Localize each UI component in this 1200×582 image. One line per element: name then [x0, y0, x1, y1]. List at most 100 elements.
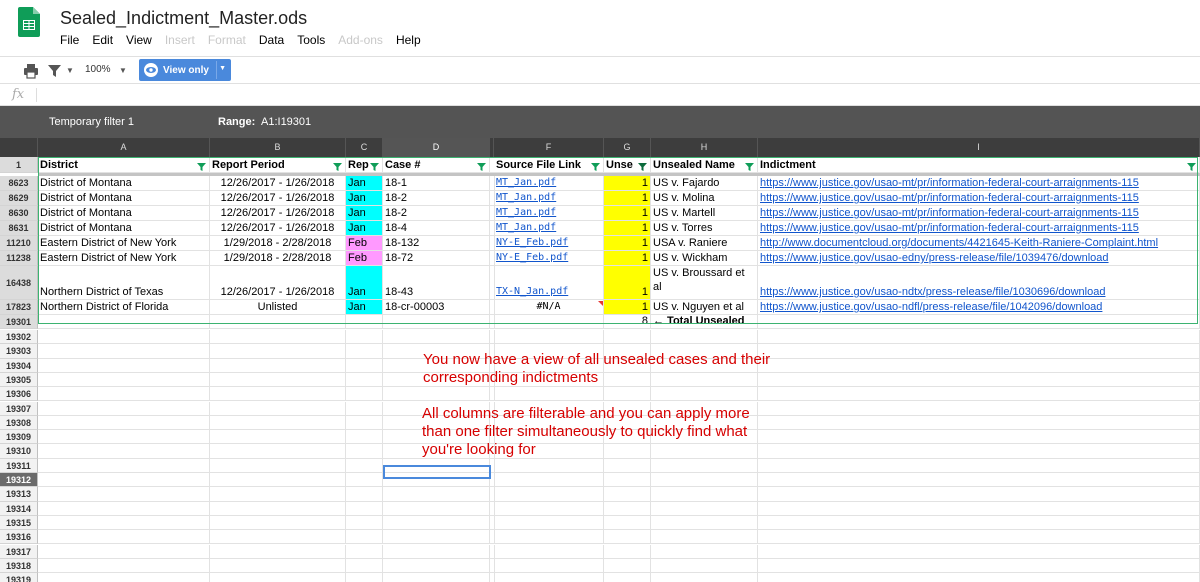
- cell-source-file-link[interactable]: MT_Jan.pdf: [494, 176, 604, 191]
- cell-district[interactable]: Northern District of Texas: [38, 266, 210, 300]
- filter-dropdown-icon[interactable]: [638, 161, 647, 171]
- cell-case-number[interactable]: 18-43: [383, 266, 490, 300]
- cell-district[interactable]: District of Montana: [38, 206, 210, 221]
- filter-icon[interactable]: [48, 62, 61, 80]
- row-number[interactable]: 16438: [0, 266, 38, 300]
- cell-source-file-link-value[interactable]: TX-N_Jan.pdf: [496, 285, 568, 299]
- cell-indictment-link-value[interactable]: https://www.justice.gov/usao-mt/pr/infor…: [760, 206, 1139, 220]
- cell-empty[interactable]: [651, 515, 758, 531]
- cell-empty[interactable]: [604, 387, 651, 402]
- cell-indictment-link-value[interactable]: http://www.documentcloud.org/documents/4…: [760, 236, 1158, 250]
- cell-empty[interactable]: [383, 330, 490, 345]
- row-number[interactable]: 19316: [0, 530, 38, 545]
- row-number[interactable]: 19302: [0, 330, 38, 345]
- cell-unsealed-name[interactable]: US v. Molina: [651, 191, 758, 206]
- row-number[interactable]: 8631: [0, 221, 38, 236]
- cell-empty[interactable]: [604, 458, 651, 473]
- cell-empty[interactable]: [604, 558, 651, 574]
- cell-case-number[interactable]: 18-1: [383, 176, 490, 191]
- cell-empty[interactable]: [494, 487, 604, 502]
- cell-rep[interactable]: Jan: [346, 206, 383, 221]
- cell-empty[interactable]: [604, 544, 651, 559]
- cell-empty[interactable]: [38, 473, 210, 488]
- cell-empty[interactable]: [210, 430, 346, 445]
- cell-unsealed-name[interactable]: US v. Martell: [651, 206, 758, 221]
- cell-empty[interactable]: [210, 487, 346, 502]
- row-number[interactable]: 19311: [0, 458, 38, 473]
- row-number[interactable]: 19314: [0, 501, 38, 516]
- row-number[interactable]: 19319: [0, 573, 38, 582]
- view-only-dropdown-icon[interactable]: ▼: [219, 65, 226, 72]
- cell-district[interactable]: District of Montana: [38, 176, 210, 191]
- cell-source-file-link-value[interactable]: MT_Jan.pdf: [496, 191, 556, 205]
- cell-empty[interactable]: [758, 558, 1200, 574]
- cell-unsealed[interactable]: 1: [604, 251, 651, 266]
- cell-empty[interactable]: [494, 315, 604, 329]
- row-number[interactable]: 17823: [0, 300, 38, 315]
- cell-unsealed-name[interactable]: US v. Fajardo: [651, 176, 758, 191]
- row-number[interactable]: 8623: [0, 176, 38, 191]
- row-number[interactable]: 19317: [0, 544, 38, 559]
- filter-dropdown-icon[interactable]: ▼: [66, 66, 74, 75]
- cell-empty[interactable]: [383, 315, 490, 329]
- cell-source-file-link[interactable]: MT_Jan.pdf: [494, 191, 604, 206]
- cell-empty[interactable]: [758, 530, 1200, 545]
- cell-empty[interactable]: [383, 387, 490, 402]
- filter-dropdown-icon[interactable]: [197, 161, 206, 171]
- cell-empty[interactable]: [210, 544, 346, 559]
- cell-report-period[interactable]: 12/26/2017 - 1/26/2018: [210, 221, 346, 236]
- cell-empty[interactable]: [210, 473, 346, 488]
- cell-report-period[interactable]: 12/26/2017 - 1/26/2018: [210, 266, 346, 300]
- cell-empty[interactable]: [210, 401, 346, 416]
- cell-empty[interactable]: [346, 387, 383, 402]
- header-source-file-link[interactable]: Source File Link: [494, 157, 604, 173]
- row-number[interactable]: 19312: [0, 473, 38, 488]
- cell-source-file-link[interactable]: NY-E_Feb.pdf: [494, 236, 604, 251]
- cell-case-number[interactable]: 18-132: [383, 236, 490, 251]
- cell-empty[interactable]: [346, 330, 383, 345]
- cell-unsealed-name[interactable]: US v. Broussard et al: [651, 266, 758, 300]
- row-number[interactable]: 19315: [0, 515, 38, 531]
- cell-empty[interactable]: [758, 501, 1200, 516]
- cell-empty[interactable]: [758, 515, 1200, 531]
- cell-district[interactable]: Northern District of Florida: [38, 300, 210, 315]
- cell-empty[interactable]: [651, 444, 758, 459]
- cell-indictment-link[interactable]: https://www.justice.gov/usao-ndfl/press-…: [758, 300, 1200, 315]
- menu-file[interactable]: File: [60, 33, 79, 49]
- print-icon[interactable]: [23, 62, 39, 80]
- cell-empty[interactable]: [651, 387, 758, 402]
- cell-empty[interactable]: [651, 330, 758, 345]
- cell-empty[interactable]: [383, 501, 490, 516]
- row-number[interactable]: 19305: [0, 372, 38, 388]
- cell-rep[interactable]: Jan: [346, 300, 383, 315]
- column-header-f[interactable]: F: [494, 138, 604, 157]
- filter-dropdown-icon[interactable]: [370, 161, 379, 171]
- cell-empty[interactable]: [38, 330, 210, 345]
- cell-unsealed[interactable]: 1: [604, 300, 651, 315]
- cell-report-period[interactable]: 1/29/2018 - 2/28/2018: [210, 251, 346, 266]
- row-number[interactable]: 19309: [0, 430, 38, 445]
- frozen-row-divider[interactable]: [38, 173, 1200, 176]
- cell-case-number[interactable]: 18-2: [383, 206, 490, 221]
- cell-unsealed[interactable]: 1: [604, 206, 651, 221]
- cell-empty[interactable]: [346, 315, 383, 329]
- cell-empty[interactable]: [210, 530, 346, 545]
- cell-indictment-link-value[interactable]: https://www.justice.gov/usao-edny/press-…: [760, 251, 1109, 265]
- menu-edit[interactable]: Edit: [92, 33, 113, 49]
- cell-district[interactable]: District of Montana: [38, 191, 210, 206]
- filter-dropdown-icon[interactable]: [745, 161, 754, 171]
- header-report-period[interactable]: Report Period: [210, 157, 346, 173]
- cell-empty[interactable]: [758, 372, 1200, 388]
- cell-indictment-link[interactable]: https://www.justice.gov/usao-mt/pr/infor…: [758, 221, 1200, 236]
- cell-empty[interactable]: [346, 344, 383, 359]
- column-header-b[interactable]: B: [210, 138, 346, 157]
- cell-empty[interactable]: [758, 315, 1200, 329]
- cell-empty[interactable]: [346, 558, 383, 574]
- cell-empty[interactable]: [346, 372, 383, 388]
- cell-empty[interactable]: [494, 330, 604, 345]
- filter-dropdown-icon[interactable]: [333, 161, 342, 171]
- cell-empty[interactable]: [38, 515, 210, 531]
- filter-view-name[interactable]: Temporary filter 1: [49, 116, 134, 128]
- menu-help[interactable]: Help: [396, 33, 421, 49]
- sheets-logo-icon[interactable]: [18, 7, 40, 37]
